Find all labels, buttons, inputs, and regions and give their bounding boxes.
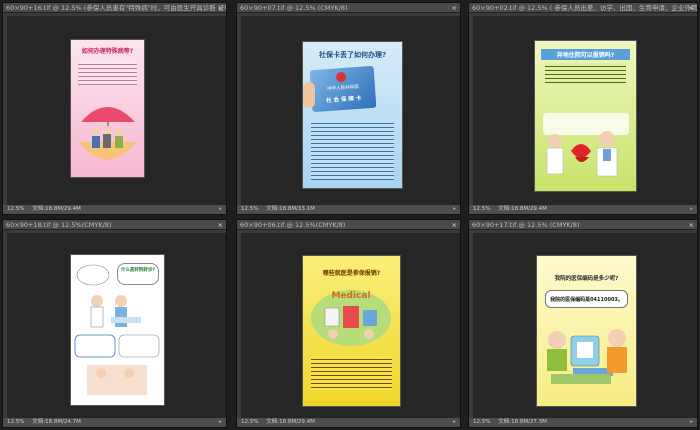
document-window-1[interactable]: 60×90+16.tif @ 12.5% (参保人员患有"特殊病"时，可由医生开… — [2, 2, 227, 215]
window-title-bar[interactable]: 60×90+18.tif @ 12.5%(CMYK/8) × — [3, 220, 226, 230]
zoom-level[interactable]: 12.5% — [473, 419, 490, 425]
window-title-bar[interactable]: 60×90+02.tif @ 12.5% ( 参保人员出差、访学、出国、生育申请… — [469, 3, 697, 13]
poster-image: 我院的医保编码是多少呢? 我院的医保编码是04110003。 — [537, 256, 636, 406]
doctors-illustration — [543, 113, 629, 177]
close-icon[interactable]: × — [452, 3, 457, 13]
card-line-1: 中华人民共和国 — [327, 84, 359, 93]
code-banner: 我院的医保编码是04110003。 — [545, 290, 628, 308]
zoom-level[interactable]: 12.5% — [473, 206, 490, 212]
close-icon[interactable]: × — [689, 3, 694, 13]
close-icon[interactable]: × — [218, 3, 223, 13]
canvas-area[interactable]: 异地住院可以报销吗? — [473, 16, 697, 205]
document-size: 文档:18.8M/33.1M — [266, 206, 315, 212]
window-title: 60×90+18.tif @ 12.5%(CMYK/8) — [6, 221, 112, 229]
window-title: 60×90+06.tif @ 12.5%(CMYK/8) — [240, 221, 346, 229]
poster-title: 如何办理特殊病等? — [81, 48, 134, 55]
canvas-area[interactable]: 我院的医保编码是多少呢? 我院的医保编码是04110003。 — [473, 233, 697, 418]
poster-title: 社保卡丢了如何办理? — [318, 51, 387, 59]
status-menu-arrow-icon[interactable]: ▸ — [219, 418, 222, 427]
poster-title: 我院的医保编码是多少呢? — [554, 276, 619, 282]
document-size: 文档:18.8M/29.4M — [498, 206, 547, 212]
status-menu-arrow-icon[interactable]: ▸ — [453, 205, 456, 214]
window-title: 60×90+16.tif @ 12.5% (参保人员患有"特殊病"时，可由医生开… — [6, 4, 226, 12]
status-menu-arrow-icon[interactable]: ▸ — [219, 205, 222, 214]
svg-text:Medical: Medical — [331, 291, 370, 301]
canvas-area[interactable]: 哪些就医是参保报销? Medical — [241, 233, 460, 418]
document-window-6[interactable]: 60×90+17.tif @ 12.5% (CMYK/8) × 我院的医保编码是… — [468, 219, 698, 428]
hand-icon — [303, 82, 315, 108]
window-title: 60×90+07.tif @ 12.5% (CMYK/8) — [240, 4, 348, 12]
card-emblem-icon — [335, 71, 347, 83]
status-bar: 12.5% 文档:18.8M/29.4M ▸ — [3, 205, 226, 214]
document-size: 文档:18.8M/27.3M — [498, 419, 547, 425]
status-bar: 12.5% 文档:18.8M/27.3M ▸ — [469, 418, 697, 427]
poster-body-text — [311, 356, 392, 390]
hospital-illustration — [74, 264, 160, 395]
poster-title: 哪些就医是参保报销? — [322, 270, 381, 277]
poster-image: 哪些就医是参保报销? Medical — [303, 256, 400, 406]
status-bar: 12.5% 文档:18.8M/24.7M ▸ — [3, 418, 226, 427]
document-window-5[interactable]: 60×90+06.tif @ 12.5%(CMYK/8) × 哪些就医是参保报销… — [236, 219, 461, 428]
people-illustration — [547, 329, 627, 384]
poster-title: 异地住院可以报销吗? — [541, 49, 630, 60]
medical-illustration: Medical — [311, 290, 391, 346]
code-text: 我院的医保编码是04110003。 — [550, 297, 623, 303]
zoom-level[interactable]: 12.5% — [7, 419, 24, 425]
social-security-card: 中华人民共和国 社 会 保 障 卡 — [309, 65, 377, 113]
status-menu-arrow-icon[interactable]: ▸ — [690, 205, 693, 214]
document-size: 文档:18.8M/29.4M — [266, 419, 315, 425]
zoom-level[interactable]: 12.5% — [241, 206, 258, 212]
poster-body-text — [545, 63, 626, 85]
status-bar: 12.5% 文档:18.8M/29.4M ▸ — [469, 205, 697, 214]
window-title: 60×90+02.tif @ 12.5% ( 参保人员出差、访学、出国、生育申请… — [472, 4, 697, 12]
canvas-area[interactable]: 如何办理特殊病等? — [7, 16, 226, 205]
document-size: 文档:18.8M/24.7M — [32, 419, 81, 425]
status-bar: 12.5% 文档:18.8M/29.4M ▸ — [237, 418, 460, 427]
poster-body-text — [311, 120, 394, 180]
zoom-level[interactable]: 12.5% — [7, 206, 24, 212]
close-icon[interactable]: × — [218, 220, 223, 230]
document-window-4[interactable]: 60×90+18.tif @ 12.5%(CMYK/8) × 什么是转院转诊? — [2, 219, 227, 428]
document-size: 文档:18.8M/29.4M — [32, 206, 81, 212]
poster-image: 异地住院可以报销吗? — [535, 41, 636, 191]
status-menu-arrow-icon[interactable]: ▸ — [453, 418, 456, 427]
window-title-bar[interactable]: 60×90+17.tif @ 12.5% (CMYK/8) × — [469, 220, 697, 230]
window-title: 60×90+17.tif @ 12.5% (CMYK/8) — [472, 221, 580, 229]
card-line-2: 社 会 保 障 卡 — [326, 95, 362, 105]
window-title-bar[interactable]: 60×90+16.tif @ 12.5% (参保人员患有"特殊病"时，可由医生开… — [3, 3, 226, 13]
canvas-area[interactable]: 什么是转院转诊? — [7, 233, 226, 418]
zoom-level[interactable]: 12.5% — [241, 419, 258, 425]
document-window-3[interactable]: 60×90+02.tif @ 12.5% ( 参保人员出差、访学、出国、生育申请… — [468, 2, 698, 215]
poster-image: 如何办理特殊病等? — [71, 40, 144, 177]
window-title-bar[interactable]: 60×90+07.tif @ 12.5% (CMYK/8) × — [237, 3, 460, 13]
canvas-area[interactable]: 社保卡丢了如何办理? 中华人民共和国 社 会 保 障 卡 — [241, 16, 460, 205]
umbrella-illustration — [79, 107, 137, 160]
close-icon[interactable]: × — [689, 220, 694, 230]
document-window-2[interactable]: 60×90+07.tif @ 12.5% (CMYK/8) × 社保卡丢了如何办… — [236, 2, 461, 215]
window-title-bar[interactable]: 60×90+06.tif @ 12.5%(CMYK/8) × — [237, 220, 460, 230]
poster-body-text — [78, 61, 137, 85]
status-menu-arrow-icon[interactable]: ▸ — [690, 418, 693, 427]
poster-image: 什么是转院转诊? — [71, 255, 164, 405]
close-icon[interactable]: × — [452, 220, 457, 230]
poster-image: 社保卡丢了如何办理? 中华人民共和国 社 会 保 障 卡 — [303, 42, 402, 188]
status-bar: 12.5% 文档:18.8M/33.1M ▸ — [237, 205, 460, 214]
